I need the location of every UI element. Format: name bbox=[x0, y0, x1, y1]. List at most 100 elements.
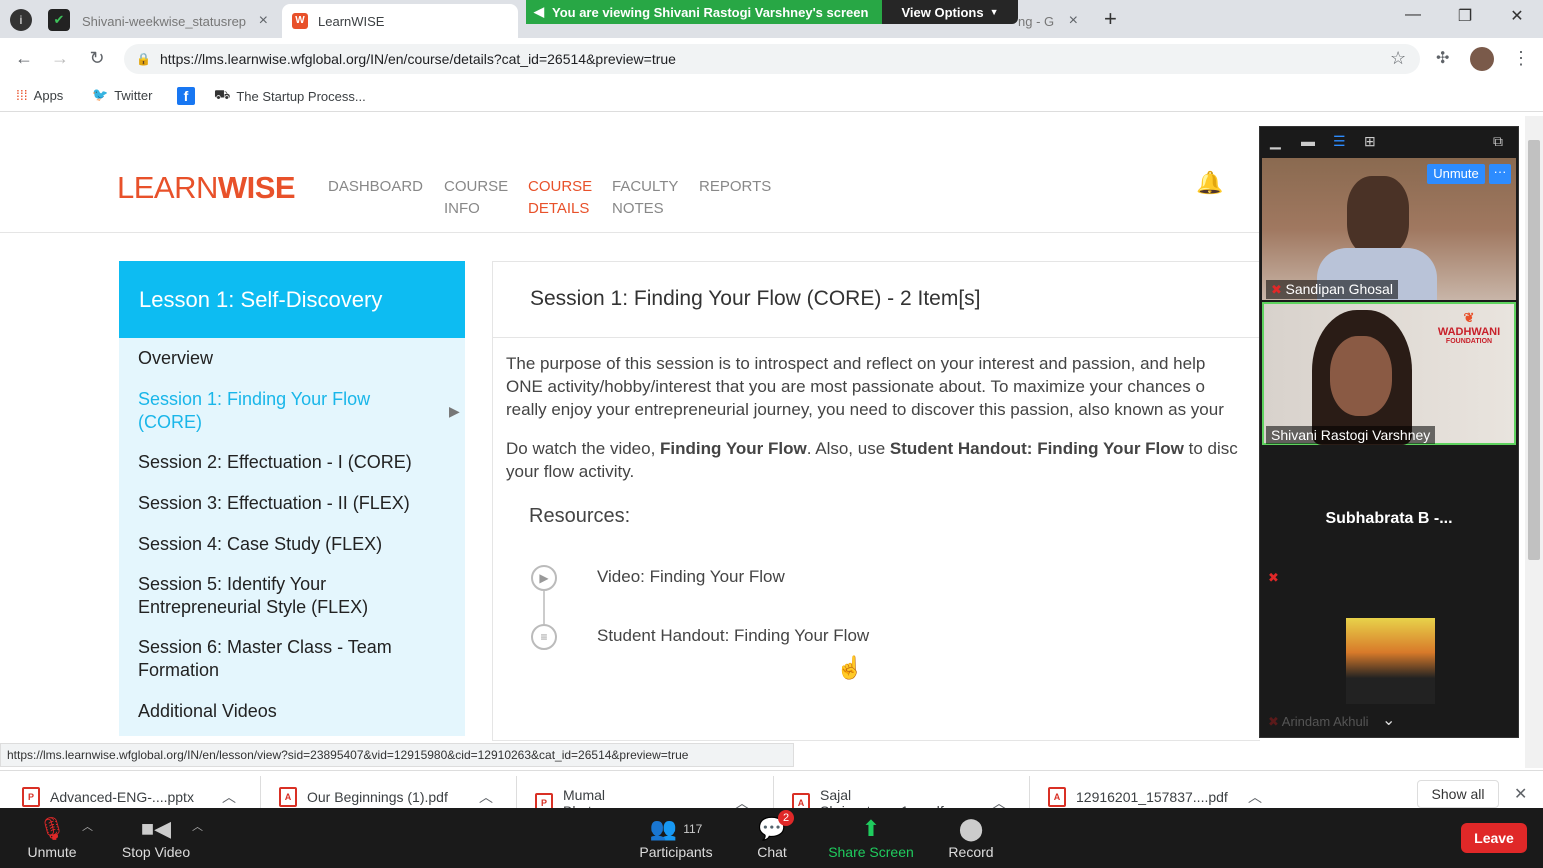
sidebar-item-additional-videos[interactable]: Additional Videos bbox=[138, 700, 438, 723]
participant-name: Subhabrata B -... bbox=[1325, 510, 1453, 527]
nav-label: INFO bbox=[444, 200, 480, 217]
chevron-up-icon[interactable]: ︿ bbox=[479, 787, 493, 807]
bookmark-startup[interactable]: ⛟ The Startup Process... bbox=[214, 87, 366, 105]
download-item[interactable]: A Our Beginnings (1).pdf ︿ bbox=[279, 787, 493, 807]
button-label: Record bbox=[948, 844, 994, 860]
status-url: https://lms.learnwise.wfglobal.org/IN/en… bbox=[0, 743, 794, 767]
chat-button[interactable]: 💬 Chat bbox=[722, 814, 822, 860]
download-item[interactable]: A 12916201_157837....pdf ︿ bbox=[1048, 787, 1262, 807]
bookmark-label: The Startup Process... bbox=[236, 88, 366, 104]
view-options-label: View Options bbox=[901, 4, 984, 20]
record-icon: ⬤ bbox=[958, 816, 984, 841]
download-item[interactable]: P Advanced-ENG-....pptx ︿ bbox=[22, 787, 236, 807]
sidebar-item-session-2[interactable]: Session 2: Effectuation - I (CORE) bbox=[138, 451, 438, 474]
nav-reports[interactable]: REPORTS bbox=[699, 176, 771, 198]
share-screen-icon: ⬆ bbox=[861, 816, 881, 841]
video-camera-icon: ■◀ bbox=[140, 816, 172, 841]
learnwise-logo[interactable]: LEARNWISE bbox=[117, 170, 296, 206]
button-label: Stop Video bbox=[121, 844, 191, 860]
back-icon[interactable]: ← bbox=[12, 48, 36, 69]
tab-label: ng - G bbox=[1018, 13, 1055, 29]
nav-label: DETAILS bbox=[528, 200, 590, 217]
close-icon[interactable]: × bbox=[259, 12, 268, 30]
bookmark-twitter[interactable]: 🐦 Twitter bbox=[92, 87, 152, 103]
button-label: Share Screen bbox=[828, 844, 914, 860]
exit-fullscreen-icon[interactable]: ⧉ bbox=[1493, 133, 1503, 150]
nav-course-info[interactable]: COURSE INFO bbox=[444, 176, 508, 220]
facebook-icon: f bbox=[177, 87, 195, 105]
chevron-down-icon[interactable]: ⌄ bbox=[1382, 710, 1395, 730]
nav-label: DASHBOARD bbox=[328, 178, 424, 195]
url-input[interactable]: 🔒 https://lms.learnwise.wfglobal.org/IN/… bbox=[124, 44, 1420, 74]
chevron-up-icon[interactable]: ︿ bbox=[82, 818, 93, 834]
bookmark-apps[interactable]: ⁞⁞⁞ Apps bbox=[16, 87, 63, 103]
logo-light: LEARN bbox=[117, 170, 218, 205]
participant-face bbox=[1330, 336, 1392, 416]
chevron-up-icon[interactable]: ︿ bbox=[192, 818, 203, 834]
tab-other[interactable]: ng - G × bbox=[1018, 4, 1088, 38]
leave-button[interactable]: Leave bbox=[1461, 823, 1527, 853]
resource-handout-link[interactable]: Student Handout: Finding Your Flow bbox=[597, 626, 869, 646]
zoom-viewing-banner: ◀ You are viewing Shivani Rastogi Varshn… bbox=[526, 0, 882, 24]
sidebar-item-session-5[interactable]: Session 5: Identify Your Entrepreneurial… bbox=[138, 573, 398, 619]
minimize-icon[interactable]: — bbox=[1398, 6, 1428, 24]
view-options-button[interactable]: View Options ▼ bbox=[882, 0, 1018, 24]
shield-icon[interactable]: ✔ bbox=[48, 9, 70, 31]
description-line: The purpose of this session is to intros… bbox=[506, 354, 1206, 373]
show-all-button[interactable]: Show all bbox=[1417, 780, 1499, 808]
sidebar-item-session-3[interactable]: Session 3: Effectuation - II (FLEX) bbox=[138, 492, 438, 515]
close-window-icon[interactable]: ✕ bbox=[1502, 6, 1532, 26]
startup-icon: ⛟ bbox=[214, 87, 231, 102]
participants-count: 117 bbox=[683, 822, 703, 836]
active-speaker-tile[interactable]: ❦ WADHWANI FOUNDATION Shivani Rastogi Va… bbox=[1262, 302, 1516, 445]
bell-icon[interactable]: 🔔 bbox=[1196, 170, 1223, 196]
new-tab-icon[interactable]: + bbox=[1104, 6, 1117, 32]
text: . Also, use bbox=[806, 439, 890, 458]
mic-off-icon: ✖ bbox=[1268, 714, 1282, 729]
restore-icon[interactable]: ❐ bbox=[1450, 6, 1480, 26]
download-label: Advanced-ENG-....pptx bbox=[50, 789, 194, 805]
avatar[interactable] bbox=[1470, 47, 1494, 71]
grid-view-icon[interactable]: ⊞ bbox=[1364, 133, 1376, 150]
tile-unmute-button[interactable]: Unmute bbox=[1427, 164, 1485, 184]
scrollbar-thumb[interactable] bbox=[1528, 140, 1540, 560]
video-tile[interactable]: Subhabrata B -... ✖ bbox=[1262, 448, 1516, 598]
more-options-button[interactable]: ··· bbox=[1489, 164, 1511, 184]
chat-bubble-icon: 💬 bbox=[758, 816, 786, 841]
minimize-icon[interactable]: ▁ bbox=[1270, 133, 1281, 150]
sidebar-item-session-1[interactable]: Session 1: Finding Your Flow (CORE) bbox=[138, 388, 398, 434]
extensions-icon[interactable]: ✣ bbox=[1436, 48, 1449, 68]
sidebar-item-session-6[interactable]: Session 6: Master Class - Team Formation bbox=[138, 636, 408, 682]
nav-label: NOTES bbox=[612, 200, 664, 217]
stop-video-button[interactable]: ■◀ Stop Video bbox=[106, 814, 206, 860]
reload-icon[interactable]: ↻ bbox=[85, 48, 109, 69]
record-button[interactable]: ⬤ Record bbox=[921, 814, 1021, 860]
download-label: Our Beginnings (1).pdf bbox=[307, 789, 448, 805]
tab-learnwise[interactable]: W LearnWISE bbox=[282, 4, 518, 38]
star-icon[interactable]: ☆ bbox=[1390, 48, 1406, 69]
sidebar-item-session-4[interactable]: Session 4: Case Study (FLEX) bbox=[138, 533, 438, 556]
close-icon[interactable]: × bbox=[1069, 12, 1078, 30]
participant-head bbox=[1347, 176, 1409, 256]
menu-icon[interactable]: ⋮ bbox=[1512, 48, 1530, 69]
bookmark-facebook[interactable]: f bbox=[177, 87, 195, 105]
close-icon[interactable]: ✕ bbox=[1514, 784, 1527, 804]
forward-icon[interactable]: → bbox=[48, 48, 72, 69]
chevron-up-icon[interactable]: ︿ bbox=[222, 787, 236, 807]
info-icon[interactable]: i bbox=[10, 9, 32, 31]
participants-button[interactable]: 👥 117 Participants bbox=[626, 814, 726, 860]
video-tile[interactable]: ✖ Arindam Akhuli ⌄ bbox=[1262, 600, 1516, 736]
strip-view-icon[interactable]: ☰ bbox=[1333, 133, 1346, 150]
nav-faculty-notes[interactable]: FACULTY NOTES bbox=[612, 176, 678, 220]
nav-dashboard[interactable]: DASHBOARD bbox=[328, 176, 423, 198]
chevron-up-icon[interactable]: ︿ bbox=[1248, 787, 1262, 807]
sidebar-item-overview[interactable]: Overview bbox=[138, 347, 438, 370]
single-view-icon[interactable]: ▬ bbox=[1301, 133, 1315, 149]
nav-course-details[interactable]: COURSE DETAILS bbox=[528, 176, 592, 220]
tab-status-report[interactable]: Shivani-weekwise_statusrep × bbox=[72, 4, 278, 38]
share-screen-button[interactable]: ⬆ Share Screen bbox=[821, 814, 921, 860]
resources-heading: Resources: bbox=[529, 505, 631, 527]
learnwise-favicon-icon: W bbox=[292, 13, 308, 29]
resource-video-link[interactable]: Video: Finding Your Flow bbox=[597, 567, 785, 587]
lock-icon: 🔒 bbox=[136, 52, 151, 66]
